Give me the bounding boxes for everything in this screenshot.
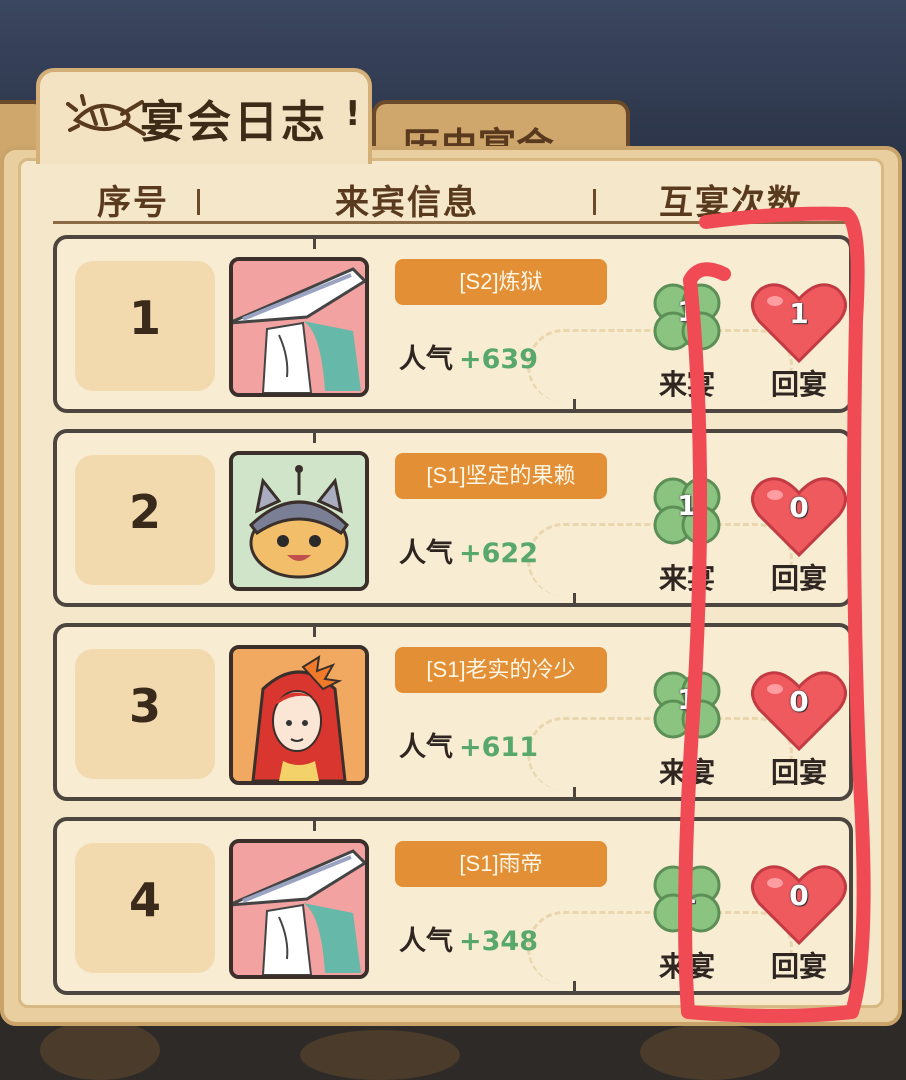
- popularity-value: +611: [459, 732, 538, 763]
- banquet-log-panel: 序号 来宾信息 互宴次数 1 [S2]炼狱 人气 +639 1 来宴 1 回宴 …: [0, 146, 902, 1026]
- return-count: 0: [789, 685, 809, 718]
- visit-count: 1: [677, 295, 697, 328]
- popularity: 人气 +639: [399, 337, 538, 376]
- return-label: 回宴: [770, 368, 827, 401]
- visit-label: 来宴: [658, 756, 715, 789]
- popularity-value: +622: [459, 538, 538, 569]
- fish-icon: [66, 94, 146, 136]
- clover-icon: 1: [645, 469, 729, 553]
- table-row[interactable]: 4 [S1]雨帝 人气 +348 1 来宴 0 回宴: [53, 817, 853, 995]
- tab-banquet-log[interactable]: 宴会日志 !: [36, 68, 372, 164]
- popularity-label: 人气: [399, 732, 453, 763]
- header-divider: [593, 189, 596, 215]
- popularity-label: 人气: [399, 344, 453, 375]
- visit-count: 1: [677, 877, 697, 910]
- header-guest-info: 来宾信息: [335, 183, 479, 223]
- guest-name-badge[interactable]: [S1]坚定的果赖: [395, 453, 607, 499]
- return-count: 1: [789, 297, 809, 330]
- avatar[interactable]: [229, 839, 369, 979]
- header-rule: [53, 221, 849, 224]
- clover-icon: 1: [645, 275, 729, 359]
- index-box: 2: [75, 455, 215, 585]
- popularity-value: +348: [459, 926, 538, 957]
- tab-active-title: 宴会日志: [140, 97, 328, 148]
- return-label: 回宴: [770, 562, 827, 595]
- heart-icon[interactable]: 0: [751, 665, 847, 753]
- guest-name-badge[interactable]: [S1]雨帝: [395, 841, 607, 887]
- popularity-value: +639: [459, 344, 538, 375]
- tab-exclaim-mark: !: [345, 94, 361, 134]
- clover-icon: 1: [645, 857, 729, 941]
- row-index: 1: [128, 291, 161, 345]
- clover-icon: 1: [645, 663, 729, 747]
- guest-name-badge[interactable]: [S2]炼狱: [395, 259, 607, 305]
- heart-icon[interactable]: 0: [751, 471, 847, 559]
- return-count: 0: [789, 879, 809, 912]
- index-box: 3: [75, 649, 215, 779]
- visit-label: 来宴: [658, 368, 715, 401]
- helmet-bun-avatar: [233, 455, 365, 587]
- visit-count: 1: [677, 683, 697, 716]
- popularity-label: 人气: [399, 538, 453, 569]
- table-row[interactable]: 2 [S1]坚定的果赖 人气 +622 1 来宴 0 回宴: [53, 429, 853, 607]
- straw-hat-swordsman-avatar: [233, 843, 365, 975]
- red-haired-girl-avatar: [233, 649, 365, 781]
- visit-label: 来宴: [658, 562, 715, 595]
- popularity: 人气 +622: [399, 531, 538, 570]
- row-index: 3: [128, 679, 161, 733]
- heart-icon[interactable]: 0: [751, 859, 847, 947]
- avatar[interactable]: [229, 645, 369, 785]
- table-header: 序号 来宾信息 互宴次数: [21, 161, 881, 227]
- row-index: 4: [128, 873, 161, 927]
- index-box: 1: [75, 261, 215, 391]
- return-count: 0: [789, 491, 809, 524]
- avatar[interactable]: [229, 451, 369, 591]
- table-row[interactable]: 3 [S1]老实的冷少 人气 +611 1 来宴 0 回宴: [53, 623, 853, 801]
- table-row[interactable]: 1 [S2]炼狱 人气 +639 1 来宴 1 回宴: [53, 235, 853, 413]
- visit-label: 来宴: [658, 950, 715, 983]
- row-index: 2: [128, 485, 161, 539]
- heart-icon[interactable]: 1: [751, 277, 847, 365]
- visit-count: 1: [677, 489, 697, 522]
- return-label: 回宴: [770, 756, 827, 789]
- popularity: 人气 +348: [399, 919, 538, 958]
- index-box: 4: [75, 843, 215, 973]
- return-label: 回宴: [770, 950, 827, 983]
- header-divider: [197, 189, 200, 215]
- header-mutual-count: 互宴次数: [659, 183, 803, 223]
- popularity-label: 人气: [399, 926, 453, 957]
- popularity: 人气 +611: [399, 725, 538, 764]
- avatar[interactable]: [229, 257, 369, 397]
- header-index: 序号: [97, 183, 169, 223]
- guest-name-badge[interactable]: [S1]老实的冷少: [395, 647, 607, 693]
- panel-inner: 序号 来宾信息 互宴次数 1 [S2]炼狱 人气 +639 1 来宴 1 回宴 …: [18, 158, 884, 1008]
- straw-hat-swordsman-avatar: [233, 261, 365, 393]
